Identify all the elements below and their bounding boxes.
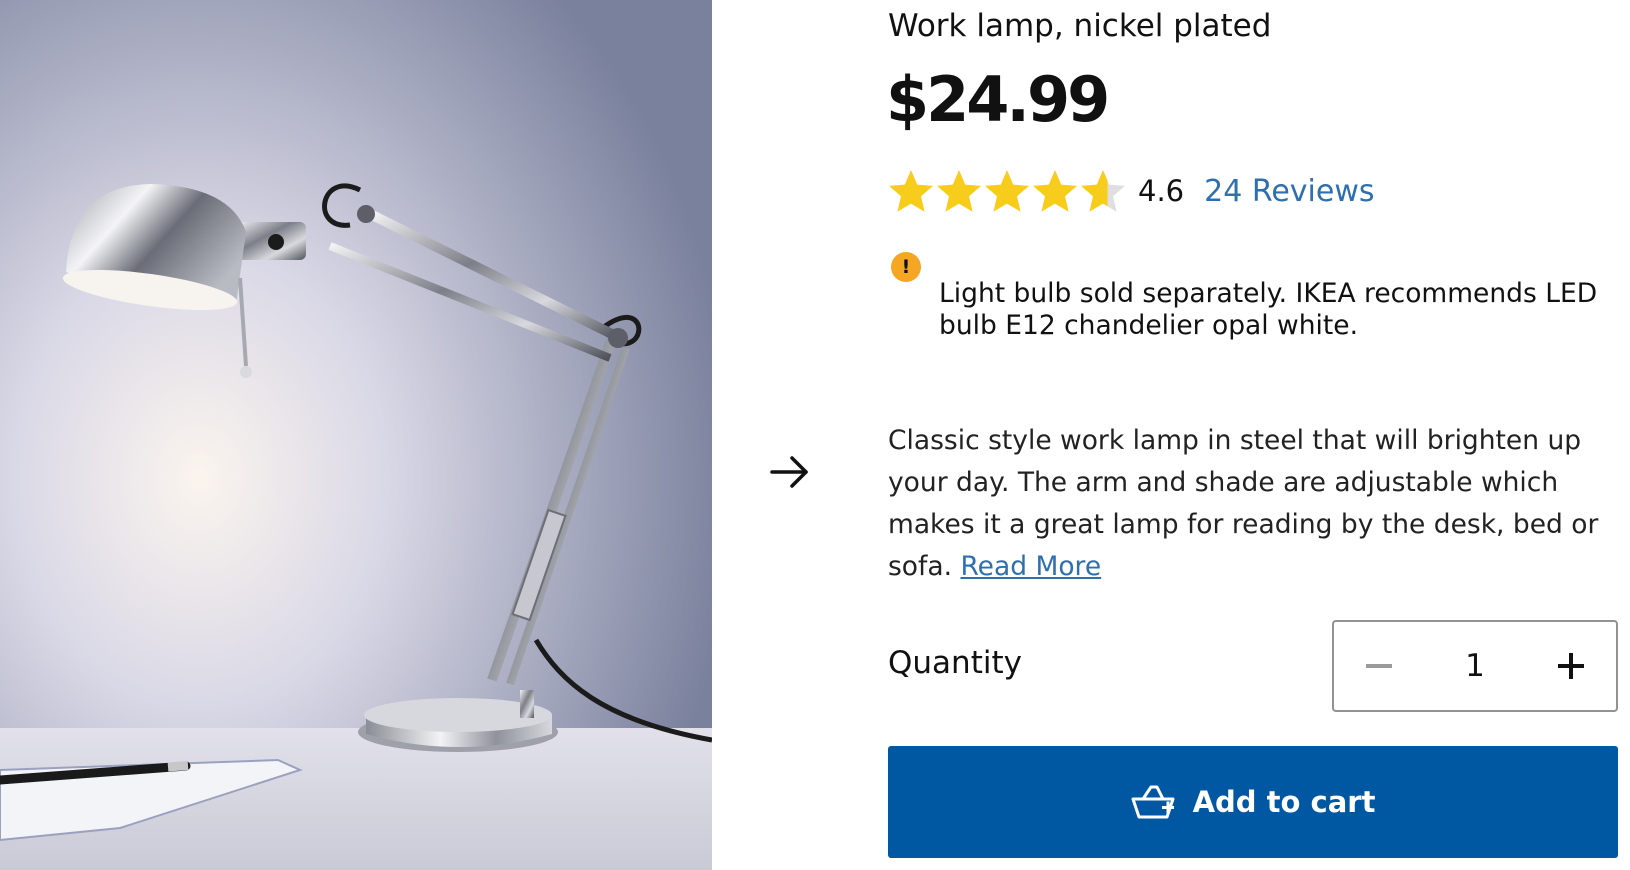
product-page: Work lamp, nickel plated $24.99 4.6 24 R… — [0, 0, 1630, 870]
shopping-basket-icon — [1131, 785, 1175, 819]
quantity-value[interactable]: 1 — [1424, 622, 1526, 710]
product-description: Classic style work lamp in steel that wi… — [888, 420, 1618, 588]
product-image — [0, 0, 712, 870]
exclamation-icon: ! — [891, 252, 921, 282]
product-price: $24.99 — [886, 63, 1110, 136]
add-to-cart-label: Add to cart — [1192, 785, 1376, 819]
read-more-link[interactable]: Read More — [960, 551, 1101, 582]
product-name: Work lamp, nickel plated — [888, 8, 1272, 44]
quantity-stepper: 1 — [1332, 620, 1618, 712]
star-rating — [888, 168, 1126, 214]
star-icon — [1081, 170, 1125, 212]
rating-row: 4.6 24 Reviews — [888, 166, 1375, 216]
plus-icon — [1558, 653, 1584, 679]
star-icon — [1033, 170, 1077, 212]
add-to-cart-button[interactable]: Add to cart — [888, 746, 1618, 858]
star-icon — [889, 170, 933, 212]
next-image-arrow-icon[interactable] — [762, 450, 812, 494]
notice-text: Light bulb sold separately. IKEA recomme… — [939, 278, 1598, 341]
minus-icon — [1366, 664, 1392, 668]
increase-quantity-button[interactable] — [1526, 622, 1616, 710]
reviews-link[interactable]: 24 Reviews — [1204, 174, 1374, 209]
quantity-label: Quantity — [888, 645, 1022, 681]
decrease-quantity-button[interactable] — [1334, 622, 1424, 710]
star-icon — [985, 170, 1029, 212]
rating-value: 4.6 — [1138, 174, 1185, 208]
star-icon — [937, 170, 981, 212]
